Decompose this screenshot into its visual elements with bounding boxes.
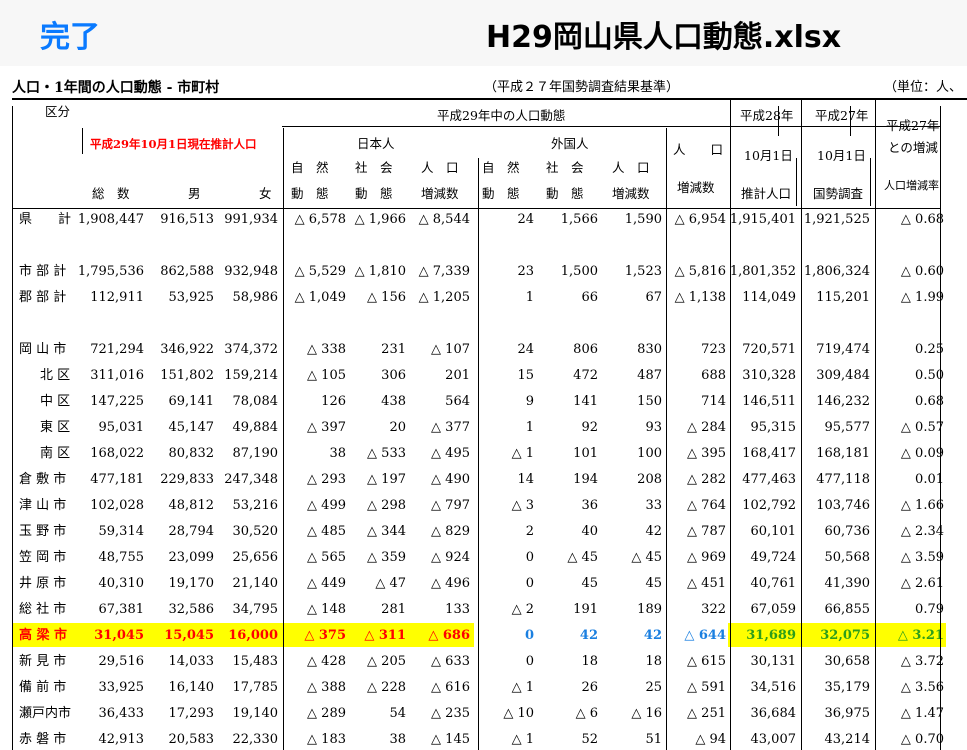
cell-rate[interactable]: △ 1.47 xyxy=(854,706,944,722)
header-jp-jinko-1: 人 口 xyxy=(421,160,459,175)
grid-vline xyxy=(778,106,779,136)
grid-vline xyxy=(12,106,13,750)
grid-vline xyxy=(283,128,284,750)
header-rate-2: との増減 xyxy=(888,140,938,155)
cell-rate[interactable]: △ 3.72 xyxy=(854,654,944,670)
grid-vline xyxy=(870,158,871,206)
cell-rate[interactable]: △ 2.61 xyxy=(854,576,944,592)
header-kubun: 区分 xyxy=(45,104,71,119)
cell-rate[interactable]: △ 0.57 xyxy=(854,420,944,436)
cell-rate[interactable]: △ 0.70 xyxy=(854,732,944,748)
header-total: 総 数 xyxy=(92,186,130,201)
header-top-rule-2 xyxy=(12,99,967,100)
cell-rate[interactable]: 0.25 xyxy=(854,342,944,358)
header-h28-2: 10月1日 xyxy=(744,148,793,163)
header-total-jinko-2: 増減数 xyxy=(677,180,715,195)
header-jp-shakai-2: 動 態 xyxy=(355,186,393,201)
grid-hline xyxy=(12,208,940,209)
cell-rate[interactable]: △ 3.56 xyxy=(854,680,944,696)
header-fr-shizen-1: 自 然 xyxy=(482,160,520,175)
cell-rate[interactable]: △ 2.34 xyxy=(854,524,944,540)
header-foreign: 外国人 xyxy=(551,136,589,151)
grid-vline xyxy=(82,128,83,154)
cell-rate[interactable]: △ 3.59 xyxy=(854,550,944,566)
grid-vline xyxy=(801,100,802,750)
grid-vline xyxy=(730,100,731,750)
cell-rate[interactable]: △ 1.99 xyxy=(854,290,944,306)
header-fr-jinko-2: 増減数 xyxy=(612,186,650,201)
header-fr-shakai-2: 動 態 xyxy=(546,186,584,201)
sheet-title: 人口・1年間の人口動態 - 市町村 xyxy=(12,80,220,96)
header-male: 男 xyxy=(188,186,201,201)
navigation-bar: 完了 H29岡山県人口動態.xlsx xyxy=(0,0,967,67)
grid-hline xyxy=(282,126,730,127)
header-fr-jinko-1: 人 口 xyxy=(612,160,650,175)
header-rate-3: 人口増減率 xyxy=(884,179,939,192)
cell-rate[interactable]: 0.68 xyxy=(854,394,944,410)
cell-rate[interactable]: △ 1.66 xyxy=(854,498,944,514)
grid-hline xyxy=(730,126,940,127)
cell-rate[interactable]: △ 0.09 xyxy=(854,446,944,462)
grid-vline xyxy=(796,158,797,206)
cell-rate[interactable]: 0.79 xyxy=(854,602,944,618)
cell-rate[interactable]: 0.50 xyxy=(854,368,944,384)
grid-vline xyxy=(478,158,479,750)
header-h28-3: 推計人口 xyxy=(741,186,792,201)
header-suikei: 平成29年10月1日現在推計人口 xyxy=(90,137,257,151)
header-jp-shizen-2: 動 態 xyxy=(291,186,329,201)
header-movement: 平成29年中の人口動態 xyxy=(437,108,566,123)
grid-vline xyxy=(940,106,941,750)
header-h27-1: 平成27年 xyxy=(815,108,869,123)
grid-vline xyxy=(666,128,667,750)
header-h27-2: 10月1日 xyxy=(817,148,866,163)
spreadsheet-view[interactable]: 人口・1年間の人口動態 - 市町村 （平成２７年国勢調査結果基準） （単位：人、… xyxy=(0,66,967,750)
file-title: H29岡山県人口動態.xlsx xyxy=(486,20,842,55)
header-h28-1: 平成28年 xyxy=(740,108,794,123)
header-female: 女 xyxy=(259,186,272,201)
cell-rate[interactable]: 0.01 xyxy=(854,472,944,488)
cell-rate[interactable]: △ 3.21 xyxy=(854,628,944,644)
header-fr-shakai-1: 社 会 xyxy=(546,160,584,175)
cell-rate[interactable]: △ 0.60 xyxy=(854,264,944,280)
cell-rate[interactable]: △ 0.68 xyxy=(854,212,944,228)
header-jp-shizen-1: 自 然 xyxy=(291,160,329,175)
header-jp-shakai-1: 社 会 xyxy=(355,160,393,175)
unit-note: （単位：人、 xyxy=(884,80,963,95)
header-japanese: 日本人 xyxy=(357,136,395,151)
header-fr-shizen-2: 動 態 xyxy=(482,186,520,201)
header-h27-3: 国勢調査 xyxy=(813,186,864,201)
header-jp-jinko-2: 増減数 xyxy=(421,186,459,201)
basis-note: （平成２７年国勢調査結果基準） xyxy=(484,80,680,95)
grid-vline xyxy=(850,106,851,136)
done-button[interactable]: 完了 xyxy=(40,12,100,56)
header-total-jinko-1: 人 口 xyxy=(673,142,724,157)
grid-vline xyxy=(875,100,876,750)
